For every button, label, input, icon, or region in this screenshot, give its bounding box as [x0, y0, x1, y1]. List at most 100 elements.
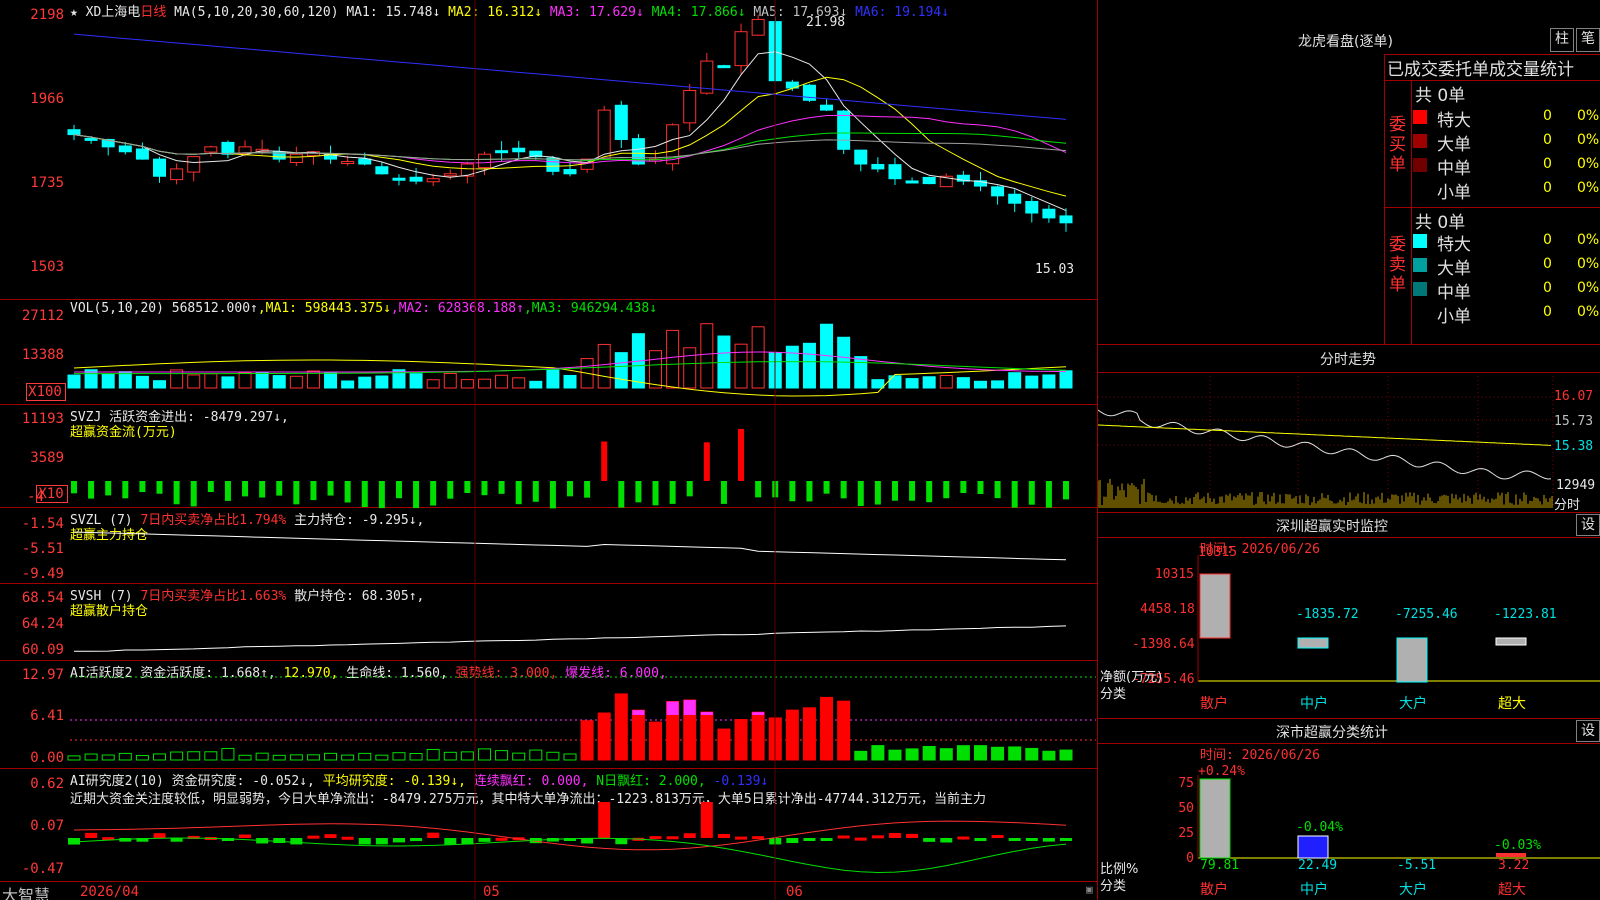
chart-mark: [272, 375, 286, 389]
chart-mark: [122, 481, 129, 499]
chart-mark: [67, 755, 81, 761]
chart-mark: [905, 180, 919, 184]
chart-mark: [358, 752, 372, 761]
class-bar-sanhu: [1199, 778, 1231, 859]
chart-mark: [238, 372, 252, 389]
chart-mark: [378, 481, 385, 509]
chart-mark: [840, 481, 847, 499]
chart-mark: [307, 835, 320, 839]
chart-mark: [153, 753, 167, 761]
chart-mark: [905, 748, 919, 761]
chart-mark: [88, 481, 95, 499]
chart-mark: [204, 146, 218, 153]
chart-mark: [751, 326, 765, 389]
chart-mark: [276, 481, 283, 496]
chart-mark: [1008, 372, 1022, 389]
chart-mark: [666, 701, 679, 715]
chart-mark: [1045, 481, 1052, 508]
chart-mark: [683, 90, 697, 124]
chart-mark: [802, 707, 816, 761]
bar-dahu: [1396, 637, 1428, 683]
ma-line: [73, 33, 1067, 120]
chart-mark: [752, 712, 765, 715]
chart-mark: [820, 696, 834, 761]
chart-mark: [1059, 370, 1073, 389]
chart-mark: [567, 481, 573, 497]
chart-mark: [666, 836, 679, 840]
chart-mark: [238, 754, 252, 761]
chart-mark: [669, 481, 676, 504]
chart-mark: [939, 748, 953, 761]
chart-mark: [409, 373, 423, 389]
chart-mark: [854, 149, 868, 165]
sidebar-drawing: [1098, 372, 1600, 859]
chart-mark: [909, 481, 916, 501]
chart-mark: [991, 746, 1005, 761]
chart-mark: [173, 481, 180, 505]
chart-mark: [686, 481, 693, 497]
chart-mark: [584, 481, 591, 498]
chart-mark: [717, 65, 731, 69]
chart-mark: [289, 375, 303, 389]
chart-mark: [1042, 750, 1056, 761]
indicator-line: [73, 531, 1067, 561]
chart-mark: [991, 835, 1004, 839]
chart-mark: [430, 481, 437, 506]
chart-mark: [426, 178, 440, 183]
chart-mark: [460, 751, 474, 761]
indicator-line: [73, 625, 1067, 652]
chart-mark: [598, 802, 611, 838]
chart-mark: [789, 481, 796, 502]
chart-mark: [84, 753, 98, 761]
chart-mark: [512, 147, 526, 153]
chart-mark: [427, 832, 440, 838]
chart-mark: [854, 750, 868, 761]
chart-mark: [170, 369, 184, 389]
chart-mark: [410, 838, 423, 842]
chart-mark: [392, 838, 405, 843]
chart-mark: [310, 481, 317, 501]
chart-mark: [204, 373, 218, 389]
chart-mark: [871, 745, 885, 761]
chart-mark: [854, 837, 867, 841]
chart-mark: [720, 481, 727, 504]
chart-mark: [922, 745, 936, 761]
chart-mark: [700, 802, 713, 838]
bar-sanhu: [1199, 573, 1231, 639]
chart-mark: [272, 754, 286, 761]
chart-mark: [341, 380, 355, 389]
right-sidebar: 龙虎看盘(逐单) 柱 笔 已成交委托单成交量统计 委买单 委卖单 共 0单 共 …: [1098, 0, 1600, 900]
chart-mark: [324, 372, 338, 389]
kline-chart-area[interactable]: ★ XD上海电日线 MA(5,10,20,30,60,120) MA1: 15.…: [0, 0, 1098, 900]
chart-mark: [1042, 838, 1055, 842]
chart-mark: [922, 376, 936, 389]
chart-mark: [1042, 208, 1056, 219]
chart-mark: [874, 481, 881, 505]
chart-mark: [700, 711, 714, 761]
chart-mark: [888, 375, 902, 389]
chart-mark: [1011, 481, 1018, 508]
chart-mark: [375, 375, 389, 389]
chart-mark: [224, 481, 231, 501]
chart-mark: [1008, 838, 1021, 841]
chart-mark: [324, 752, 338, 761]
chart-mark: [614, 104, 628, 141]
kline-drawing: [67, 0, 1096, 900]
chart-mark: [802, 342, 816, 389]
chart-mark: [755, 481, 762, 498]
chart-mark: [204, 751, 218, 761]
chart-mark: [515, 481, 522, 505]
ma-line: [73, 76, 1067, 197]
chart-mark: [738, 428, 745, 481]
chart-mark: [956, 377, 970, 389]
chart-mark: [118, 145, 132, 153]
chart-mark: [926, 481, 933, 503]
chart-mark: [717, 728, 731, 761]
chart-mark: [443, 372, 457, 389]
chart-mark: [290, 838, 303, 845]
chart-mark: [153, 380, 167, 389]
chart-mark: [156, 481, 163, 494]
chart-mark: [854, 356, 868, 389]
chart-mark: [923, 838, 936, 842]
chart-mark: [532, 481, 539, 502]
